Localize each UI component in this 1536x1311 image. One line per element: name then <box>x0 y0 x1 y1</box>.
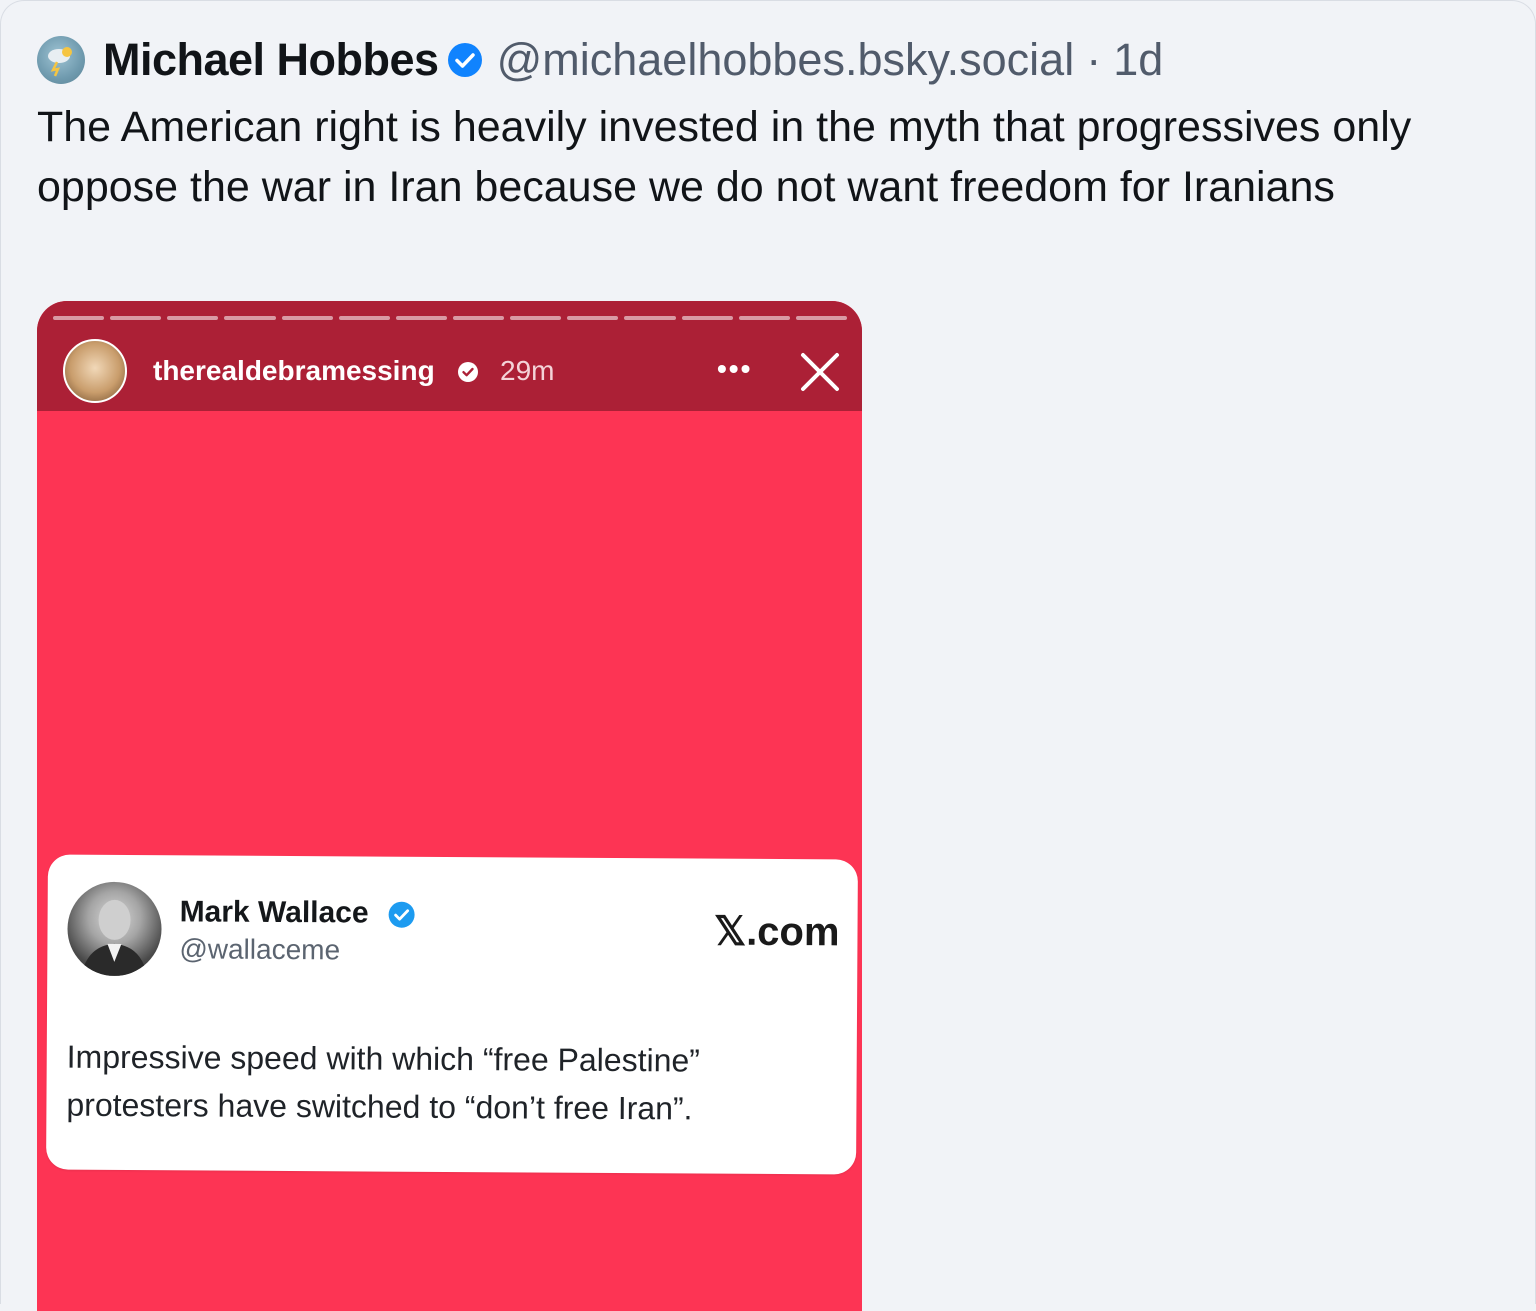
separator-dot: · <box>1086 34 1102 85</box>
story-avatar <box>63 339 127 403</box>
tweet-verified-icon <box>388 901 415 928</box>
story-username: therealdebramessing <box>153 355 435 386</box>
weather-icon <box>48 47 72 77</box>
close-icon <box>801 353 839 391</box>
story-progress-bar <box>53 316 847 320</box>
story-more-icon: ••• <box>717 353 753 384</box>
author-name[interactable]: Michael Hobbes <box>103 34 439 86</box>
author-handle[interactable]: @michaelhobbes.bsky.social <box>497 34 1075 86</box>
post-header: Michael Hobbes @michaelhobbes.bsky.socia… <box>37 31 1163 89</box>
quoted-tweet-card: Mark Wallace @wallaceme 𝕏.com Impressive… <box>46 854 858 1175</box>
tweet-author-handle: @wallaceme <box>179 933 341 966</box>
tweet-text: Impressive speed with which “free Palest… <box>66 1038 700 1127</box>
story-verified-icon <box>458 362 478 382</box>
post-text: The American right is heavily invested i… <box>37 103 1412 211</box>
author-avatar[interactable] <box>37 36 85 84</box>
post-timestamp[interactable]: 1d <box>1113 34 1163 86</box>
story-header: therealdebramessing 29m ••• <box>37 301 862 411</box>
verified-icon <box>447 43 482 77</box>
post-card[interactable]: Michael Hobbes @michaelhobbes.bsky.socia… <box>0 0 1536 1311</box>
story-time: 29m <box>500 355 555 386</box>
tweet-avatar <box>67 881 162 977</box>
tweet-author-name: Mark Wallace <box>179 895 369 930</box>
embedded-image[interactable]: therealdebramessing 29m ••• Mark Wallace <box>37 301 862 1311</box>
x-logo: 𝕏.com <box>713 909 840 955</box>
